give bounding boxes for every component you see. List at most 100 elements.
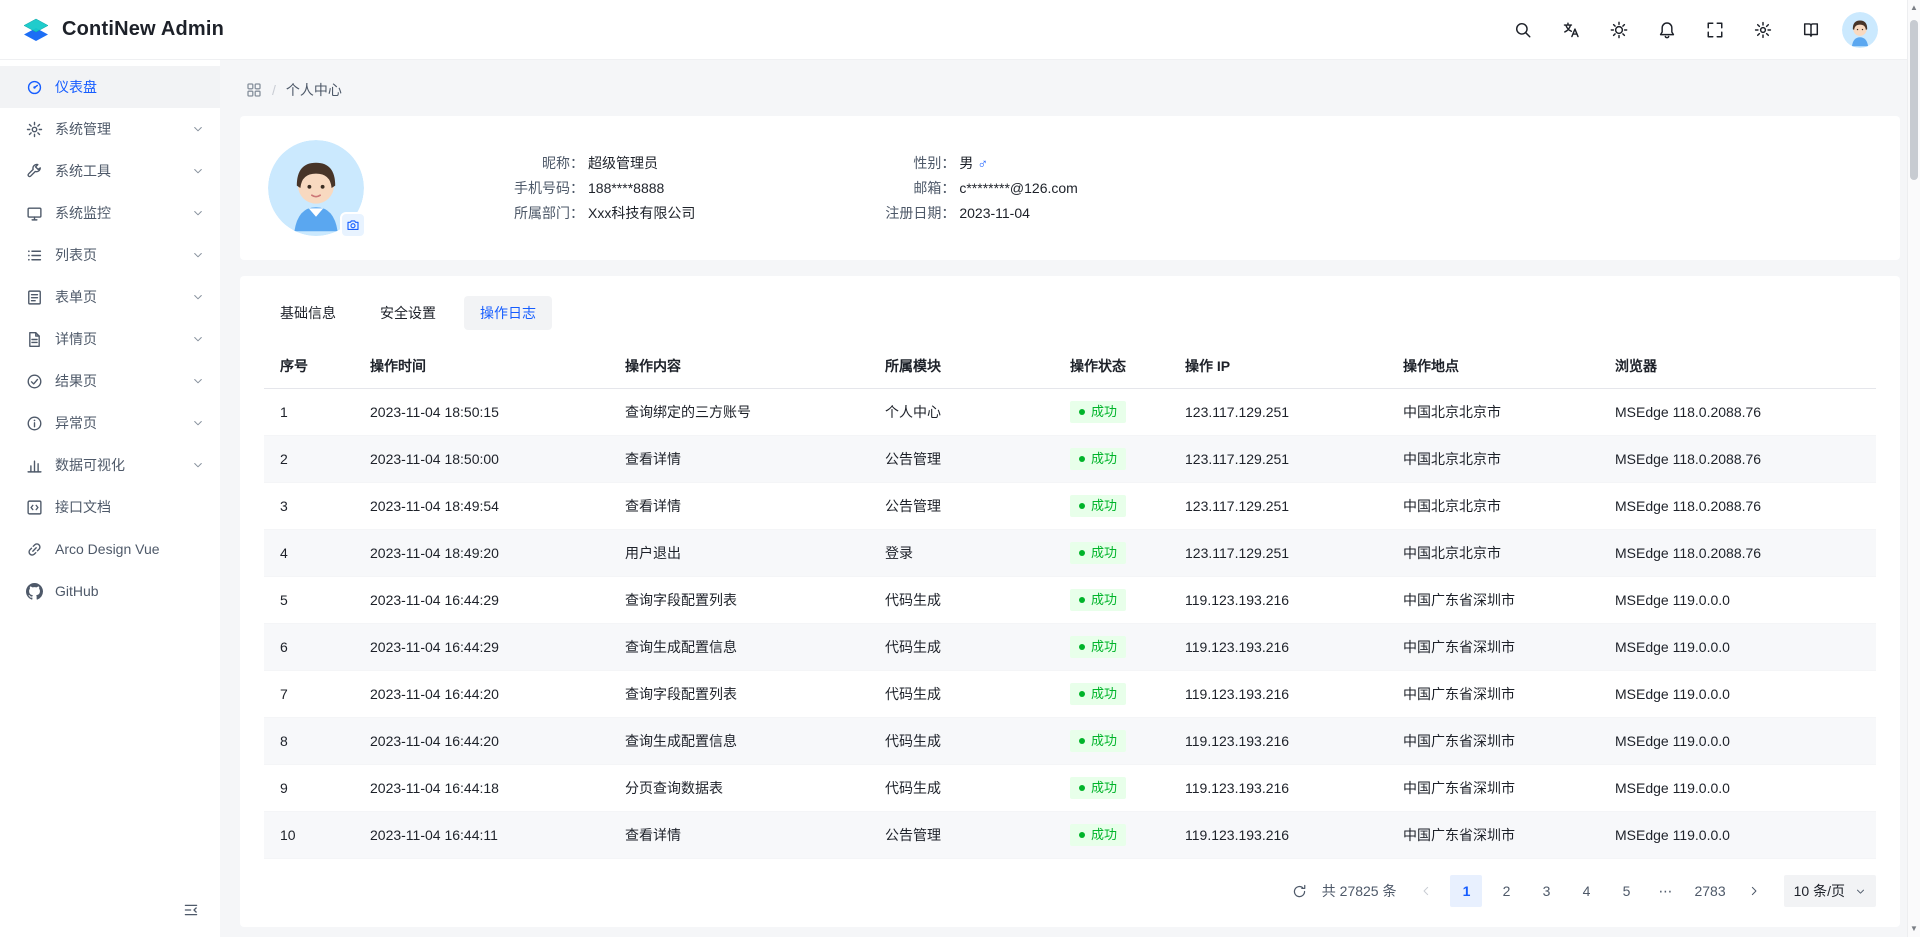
dashboard-icon (26, 79, 43, 96)
page-button-4[interactable]: 4 (1570, 875, 1602, 907)
theme-toggle-icon[interactable] (1602, 13, 1636, 47)
notifications-icon[interactable] (1650, 13, 1684, 47)
docs-icon[interactable] (1794, 13, 1828, 47)
column-header: 操作 IP (1169, 344, 1387, 389)
cell-status: 成功 (1054, 718, 1169, 765)
sidebar-item-list-page[interactable]: 列表页 (0, 234, 220, 276)
sidebar-item-system-management[interactable]: 系统管理 (0, 108, 220, 150)
page-size-select[interactable]: 10 条/页 (1784, 875, 1876, 907)
logo[interactable]: ContiNew Admin (20, 14, 224, 46)
sidebar-item-form-page[interactable]: 表单页 (0, 276, 220, 318)
page-button-2[interactable]: 2 (1490, 875, 1522, 907)
chevron-down-icon (192, 291, 204, 303)
sidebar-item-label: 系统工具 (55, 161, 180, 181)
cell-module: 登录 (869, 530, 1054, 577)
tab-operation-log[interactable]: 操作日志 (464, 296, 552, 330)
male-icon: ♂ (977, 153, 988, 173)
page-button-2783[interactable]: 2783 (1690, 875, 1729, 907)
profile-field: 所属部门：Xxx科技有限公司 (474, 203, 695, 223)
page-button-3[interactable]: 3 (1530, 875, 1562, 907)
cell-location: 中国广东省深圳市 (1387, 812, 1599, 859)
settings-icon[interactable] (1746, 13, 1780, 47)
sidebar-item-system-tools[interactable]: 系统工具 (0, 150, 220, 192)
apps-grid-icon[interactable] (246, 82, 262, 98)
sidebar-item-label: 接口文档 (55, 497, 204, 517)
monitor-icon (26, 205, 43, 222)
profile-field-label: 昵称： (474, 153, 584, 173)
sidebar-item-label: 系统监控 (55, 203, 180, 223)
cell-content: 分页查询数据表 (609, 765, 869, 812)
chevron-down-icon (1855, 886, 1866, 897)
sidebar-item-label: 表单页 (55, 287, 180, 307)
tab-security-settings[interactable]: 安全设置 (364, 296, 452, 330)
sidebar-item-label: 数据可视化 (55, 455, 180, 475)
cell-browser: MSEdge 119.0.0.0 (1599, 624, 1876, 671)
status-dot-icon (1079, 691, 1085, 697)
sidebar-item-arco-design-vue[interactable]: Arco Design Vue (0, 528, 220, 570)
status-badge: 成功 (1070, 589, 1126, 611)
cell-status: 成功 (1054, 671, 1169, 718)
cell-location: 中国北京北京市 (1387, 483, 1599, 530)
cell-location: 中国广东省深圳市 (1387, 671, 1599, 718)
sidebar-item-label: 仪表盘 (55, 77, 204, 97)
scrollbar-track[interactable] (1908, 16, 1920, 921)
profile-field-label: 手机号码： (474, 178, 584, 198)
sidebar-item-github[interactable]: GitHub (0, 570, 220, 612)
prev-page-button[interactable] (1410, 875, 1442, 907)
cell-time: 2023-11-04 16:44:29 (354, 624, 609, 671)
cell-no: 5 (264, 577, 354, 624)
refresh-icon[interactable] (1286, 877, 1314, 905)
cell-browser: MSEdge 119.0.0.0 (1599, 671, 1876, 718)
vertical-scrollbar[interactable]: ▲ ▼ (1907, 0, 1920, 937)
table-row: 42023-11-04 18:49:20用户退出登录成功123.117.129.… (264, 530, 1876, 577)
cell-browser: MSEdge 118.0.2088.76 (1599, 436, 1876, 483)
table-row: 12023-11-04 18:50:15查询绑定的三方账号个人中心成功123.1… (264, 389, 1876, 436)
sidebar-item-label: 列表页 (55, 245, 180, 265)
cell-browser: MSEdge 118.0.2088.76 (1599, 389, 1876, 436)
status-badge: 成功 (1070, 683, 1126, 705)
chevron-down-icon (192, 207, 204, 219)
profile-field-value: 超级管理员 (588, 153, 658, 173)
cell-no: 3 (264, 483, 354, 530)
cell-time: 2023-11-04 16:44:20 (354, 671, 609, 718)
next-page-button[interactable] (1738, 875, 1770, 907)
tab-basic-info[interactable]: 基础信息 (264, 296, 352, 330)
profile-card: 昵称：超级管理员手机号码：188****8888所属部门：Xxx科技有限公司性别… (240, 116, 1900, 260)
column-header: 操作时间 (354, 344, 609, 389)
sidebar-item-system-monitor[interactable]: 系统监控 (0, 192, 220, 234)
sidebar-item-api-docs[interactable]: 接口文档 (0, 486, 220, 528)
cell-content: 查看详情 (609, 812, 869, 859)
cell-location: 中国广东省深圳市 (1387, 718, 1599, 765)
sidebar-item-exception-page[interactable]: 异常页 (0, 402, 220, 444)
file-icon (26, 331, 43, 348)
scrollbar-down-arrow[interactable]: ▼ (1910, 921, 1918, 937)
sidebar-item-dashboard[interactable]: 仪表盘 (0, 66, 220, 108)
translate-icon[interactable] (1554, 13, 1588, 47)
cell-ip: 119.123.193.216 (1169, 812, 1387, 859)
collapse-sidebar-button[interactable] (178, 897, 204, 923)
scrollbar-up-arrow[interactable]: ▲ (1910, 0, 1918, 16)
table-row: 92023-11-04 16:44:18分页查询数据表代码生成成功119.123… (264, 765, 1876, 812)
sidebar-item-data-visualization[interactable]: 数据可视化 (0, 444, 220, 486)
sidebar-menu: 仪表盘系统管理系统工具系统监控列表页表单页详情页结果页异常页数据可视化接口文档 A… (0, 66, 220, 887)
scrollbar-thumb[interactable] (1910, 20, 1918, 180)
cell-time: 2023-11-04 16:44:18 (354, 765, 609, 812)
breadcrumb-current[interactable]: 个人中心 (286, 80, 342, 100)
sidebar-item-detail-page[interactable]: 详情页 (0, 318, 220, 360)
cell-no: 8 (264, 718, 354, 765)
profile-column: 昵称：超级管理员手机号码：188****8888所属部门：Xxx科技有限公司 (474, 153, 695, 223)
cell-no: 10 (264, 812, 354, 859)
avatar[interactable] (268, 140, 364, 236)
status-dot-icon (1079, 503, 1085, 509)
page-button-1[interactable]: 1 (1450, 875, 1482, 907)
profile-field-label: 注册日期： (845, 203, 955, 223)
fullscreen-icon[interactable] (1698, 13, 1732, 47)
user-avatar[interactable] (1842, 12, 1878, 48)
cell-content: 查询字段配置列表 (609, 671, 869, 718)
search-icon[interactable] (1506, 13, 1540, 47)
page-button-5[interactable]: 5 (1610, 875, 1642, 907)
table-header-row: 序号操作时间操作内容所属模块操作状态操作 IP操作地点浏览器 (264, 344, 1876, 389)
sidebar-item-result-page[interactable]: 结果页 (0, 360, 220, 402)
camera-icon[interactable] (340, 212, 366, 238)
status-dot-icon (1079, 597, 1085, 603)
